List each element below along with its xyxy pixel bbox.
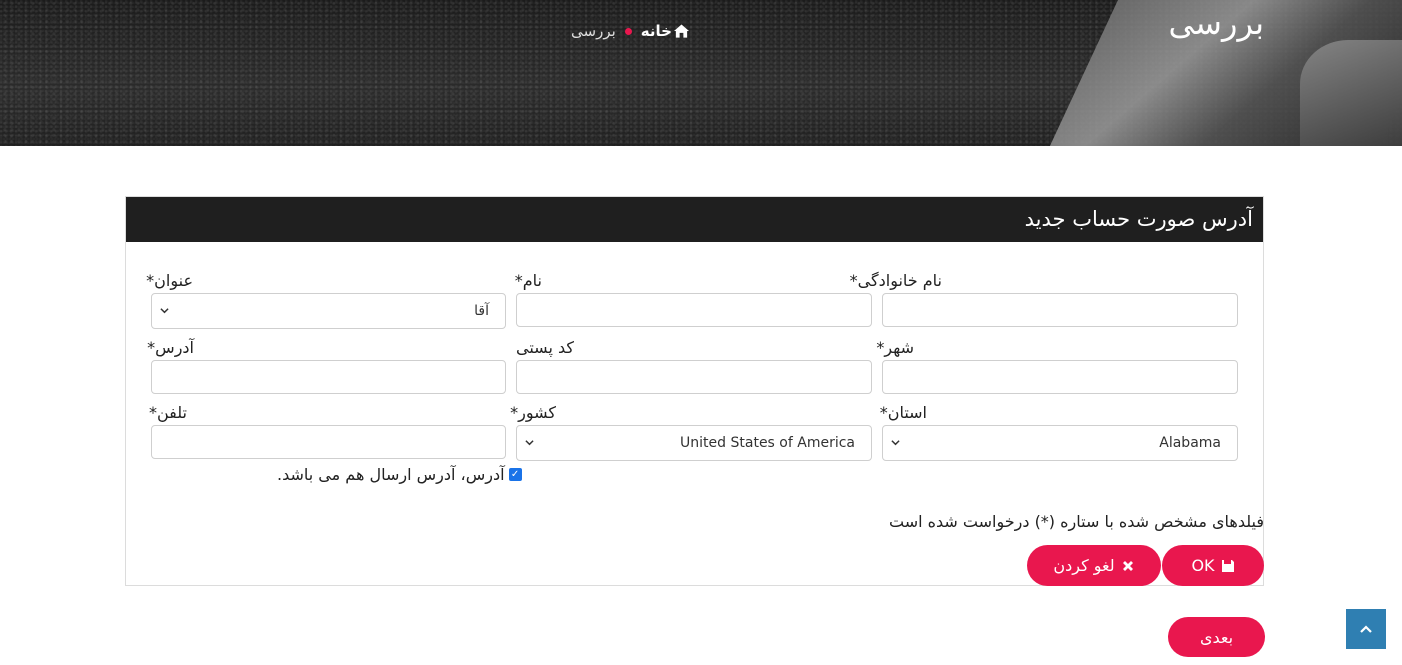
city-field[interactable]: [882, 360, 1238, 394]
breadcrumb-separator: [624, 27, 632, 35]
breadcrumb: خانه بررسی: [571, 22, 689, 40]
first-name-label: نام*: [514, 271, 542, 290]
page-hero-banner: بررسی خانه بررسی: [0, 0, 1402, 146]
floppy-disk-icon: [1221, 559, 1234, 572]
breadcrumb-current: بررسی: [571, 22, 616, 40]
panel-title: آدرس صورت حساب جدید: [126, 197, 1263, 242]
country-select[interactable]: United States of America: [516, 425, 872, 461]
same-address-label: آدرس، آدرس ارسال هم می باشد.: [277, 465, 505, 484]
city-label: شهر*: [876, 338, 914, 357]
same-address-checkbox-row: ✓ آدرس، آدرس ارسال هم می باشد.: [277, 465, 522, 484]
title-select[interactable]: آقا: [151, 293, 506, 329]
state-select[interactable]: Alabama: [882, 425, 1238, 461]
address-label: آدرس*: [147, 338, 194, 357]
required-fields-note: فیلدهای مشخص شده با ستاره (*) درخواست شد…: [888, 512, 1264, 531]
phone-field[interactable]: [151, 425, 506, 459]
postal-code-field[interactable]: [516, 360, 872, 394]
chevron-down-icon: [525, 440, 534, 446]
cancel-button[interactable]: لغو کردن: [1027, 545, 1161, 586]
same-address-checkbox[interactable]: ✓: [508, 468, 522, 481]
title-label: عنوان*: [146, 271, 193, 290]
ok-button-label: OK: [1191, 556, 1215, 575]
postal-code-label: کد پستی: [516, 338, 574, 357]
chevron-up-icon: [1360, 625, 1372, 633]
breadcrumb-home-label: خانه: [640, 22, 672, 40]
address-field[interactable]: [151, 360, 506, 394]
phone-label: تلفن*: [148, 403, 187, 422]
next-button[interactable]: بعدی: [1168, 617, 1265, 657]
state-label: استان*: [879, 403, 927, 422]
breadcrumb-home-link[interactable]: خانه: [641, 22, 689, 40]
hero-background-figure-detail: [1300, 40, 1402, 146]
back-to-top-button[interactable]: [1346, 609, 1386, 649]
next-button-label: بعدی: [1199, 627, 1234, 647]
last-name-field[interactable]: [882, 293, 1238, 327]
country-label: کشور*: [510, 403, 556, 422]
ok-button[interactable]: OK: [1162, 545, 1264, 586]
state-select-value: Alabama: [1159, 435, 1221, 451]
chevron-down-icon: [160, 308, 169, 314]
country-select-value: United States of America: [680, 435, 855, 451]
cancel-button-label: لغو کردن: [1053, 556, 1115, 575]
last-name-label: نام خانوادگی*: [849, 271, 942, 290]
close-icon: [1122, 560, 1133, 571]
first-name-field[interactable]: [516, 293, 872, 327]
page-title: بررسی: [1168, 4, 1265, 42]
title-select-value: آقا: [474, 303, 489, 319]
chevron-down-icon: [891, 440, 900, 446]
home-icon: [673, 24, 689, 38]
